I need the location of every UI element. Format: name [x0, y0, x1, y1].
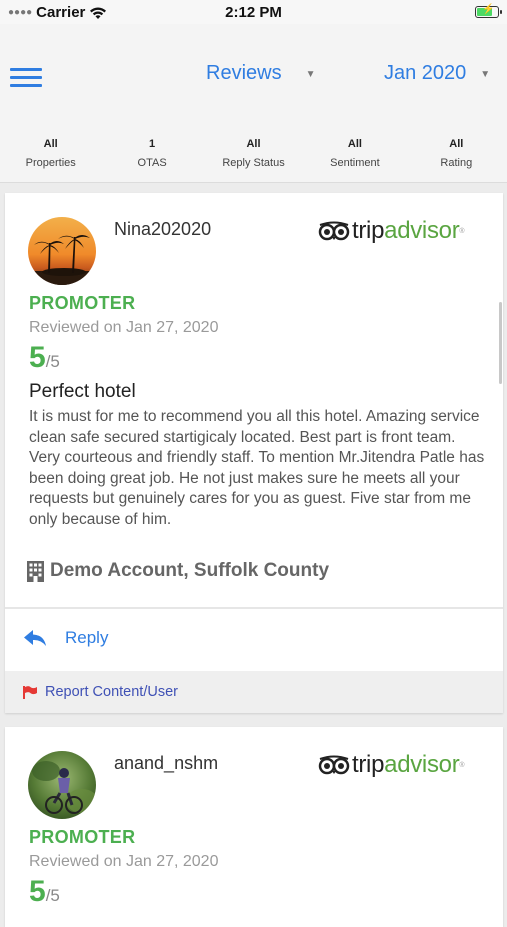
filter-label: OTAS: [137, 157, 167, 169]
review-card: Nina202020 tripadvisor ® PROMOTER Review…: [5, 193, 503, 713]
review-card: anand_nshm tripadvisor ® PROMOTER Review…: [5, 727, 503, 927]
filter-label: Properties: [25, 157, 76, 169]
status-bar: ●●●● Carrier 2:12 PM ⚡: [0, 0, 507, 24]
rating-value: 5: [29, 875, 46, 908]
tripadvisor-trip-text: trip: [352, 751, 385, 778]
filter-label: Reply Status: [222, 157, 285, 169]
property-name: Demo Account, Suffolk County: [27, 560, 329, 582]
tripadvisor-owl-icon: [318, 221, 350, 241]
filter-value: All: [246, 138, 261, 150]
building-icon: [27, 560, 44, 582]
report-content-button[interactable]: Report Content/User: [5, 671, 503, 713]
rating-max: /5: [45, 886, 60, 905]
tripadvisor-logo: tripadvisor ®: [318, 751, 465, 779]
charging-bolt-icon: ⚡: [482, 4, 495, 15]
filter-value: All: [347, 138, 362, 150]
review-date: Reviewed on Jan 27, 2020: [29, 319, 219, 336]
rating: 5 /5: [29, 341, 60, 375]
caret-down-icon: ▼: [480, 69, 491, 80]
review-title: Perfect hotel: [29, 381, 136, 402]
caret-down-icon: ▼: [305, 69, 316, 80]
trademark-mark: ®: [459, 761, 465, 769]
filter-reply-status[interactable]: All Reply Status: [203, 126, 304, 182]
reviewer-username: Nina202020: [114, 219, 212, 239]
filter-value: All: [43, 138, 58, 150]
nav-bar: Reviews ▼ Jan 2020 ▼: [0, 24, 507, 126]
tripadvisor-advisor-text: advisor: [384, 217, 460, 244]
month-dropdown-label: Jan 2020: [384, 62, 467, 84]
battery-icon: ⚡: [475, 4, 502, 18]
reviews-dropdown[interactable]: Reviews ▼: [206, 62, 315, 85]
divider: [5, 607, 503, 609]
sentiment-label: PROMOTER: [29, 827, 136, 847]
sentiment-label: PROMOTER: [29, 293, 136, 313]
filter-label: Sentiment: [330, 157, 380, 169]
filter-label: Rating: [440, 157, 473, 169]
status-time: 2:12 PM: [225, 4, 282, 21]
rating-value: 5: [29, 341, 46, 374]
review-date: Reviewed on Jan 27, 2020: [29, 853, 219, 870]
flag-icon: [23, 685, 37, 699]
cyclist-photo-image: [28, 751, 96, 819]
sunset-palms-image: [28, 217, 96, 285]
filter-otas[interactable]: 1 OTAS: [101, 126, 202, 182]
scroll-indicator[interactable]: [499, 302, 502, 384]
tripadvisor-trip-text: trip: [352, 217, 385, 244]
tripadvisor-logo: tripadvisor ®: [318, 217, 465, 245]
tripadvisor-advisor-text: advisor: [384, 751, 460, 778]
filter-value: All: [449, 138, 464, 150]
rating-max: /5: [45, 352, 60, 371]
rating: 5 /5: [29, 875, 60, 909]
reply-arrow-icon: [24, 630, 46, 646]
menu-icon[interactable]: [10, 68, 42, 88]
avatar: [28, 217, 96, 285]
filter-sentiment[interactable]: All Sentiment: [304, 126, 405, 182]
reply-label: Reply: [65, 628, 109, 647]
filter-value: 1: [149, 138, 156, 150]
tripadvisor-owl-icon: [318, 755, 350, 775]
review-body: It is must for me to recommend you all t…: [29, 408, 485, 528]
avatar: [28, 751, 96, 819]
property-label: Demo Account, Suffolk County: [50, 560, 330, 581]
reviews-dropdown-label: Reviews: [206, 62, 282, 84]
filter-bar: All Properties 1 OTAS All Reply Status A…: [0, 126, 507, 183]
reply-button[interactable]: Reply: [23, 628, 108, 648]
filter-rating[interactable]: All Rating: [406, 126, 507, 182]
month-dropdown[interactable]: Jan 2020 ▼: [384, 62, 490, 85]
filter-properties[interactable]: All Properties: [0, 126, 101, 182]
trademark-mark: ®: [459, 227, 465, 235]
reviewer-username: anand_nshm: [114, 753, 219, 773]
report-label: Report Content/User: [45, 684, 178, 700]
